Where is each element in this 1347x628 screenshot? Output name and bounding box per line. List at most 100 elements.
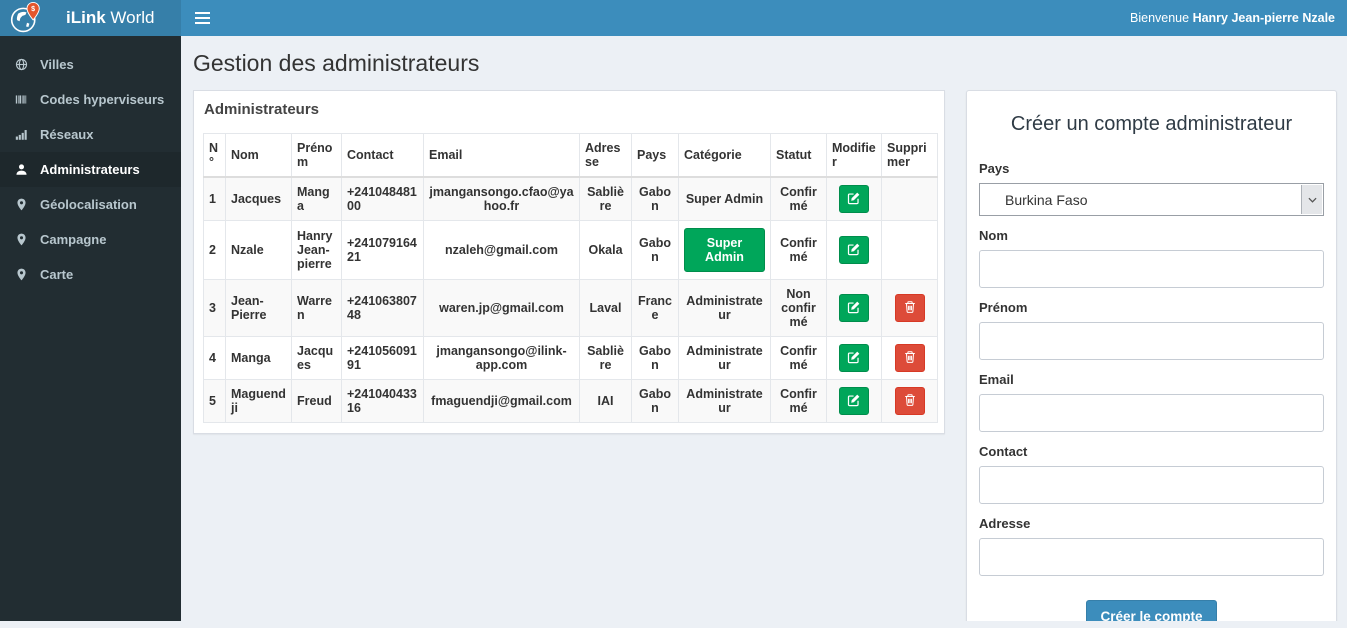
pays-label: Pays xyxy=(979,161,1010,176)
edit-button[interactable] xyxy=(839,294,869,322)
table-row: 2 Nzale Hanry Jean-pierre +24107916421 nzale… xyxy=(203,220,938,280)
create-account-button[interactable]: Créer le compte xyxy=(1086,600,1217,621)
cell-prenom: Hanry Jean-pierre xyxy=(291,220,342,280)
svg-text:$: $ xyxy=(31,5,35,13)
cell-nom: Jacques xyxy=(225,176,292,221)
delete-button[interactable] xyxy=(894,294,925,322)
form-group-nom: Nom xyxy=(979,228,1324,288)
cell-contact: +24104043316 xyxy=(341,379,424,423)
administrators-panel: Administrateurs N° Nom Prénom Contact Email A… xyxy=(193,90,945,434)
adresse-field[interactable] xyxy=(979,538,1324,576)
edit-icon xyxy=(847,350,861,367)
welcome-message: Bienvenue Hanry Jean-pierre Nzale xyxy=(1130,0,1335,36)
cell-numero: 4 xyxy=(203,336,226,380)
sidebar-item-codes-hyperviseurs[interactable]: Codes hyperviseurs xyxy=(0,82,181,117)
welcome-prefix: Bienvenue xyxy=(1130,11,1193,25)
table-row: 1 Jacques Manga +24104848100 jmangansongo.cf… xyxy=(203,176,938,221)
pays-select[interactable]: Burkina Faso xyxy=(979,183,1324,216)
signal-icon xyxy=(15,128,31,142)
column-header-sup: Supprimer xyxy=(881,133,938,178)
create-admin-title: Créer un compte administrateur xyxy=(1010,113,1293,135)
cell-numero: 2 xyxy=(203,220,226,280)
cell-nom: Maguendji xyxy=(225,379,292,423)
cell-adresse: Okala xyxy=(579,220,632,280)
category-badge-button[interactable]: Super Admin xyxy=(684,228,765,272)
cell-statut: Confirmé xyxy=(770,336,827,380)
email-label: Email xyxy=(979,372,1014,387)
table-header: N° Nom Prénom Contact Email Adresse Pays Catégo… xyxy=(203,133,938,178)
globe-pin-logo-icon: $ xyxy=(10,1,44,35)
cell-categorie: Administrateur xyxy=(678,279,771,337)
edit-button[interactable] xyxy=(839,236,869,264)
cell-modifier xyxy=(826,336,882,380)
cell-numero: 5 xyxy=(203,379,226,423)
contact-field[interactable] xyxy=(979,466,1324,504)
column-header-statut: Statut xyxy=(770,133,827,178)
edit-icon xyxy=(847,191,861,208)
cell-supprimer xyxy=(881,176,938,221)
cell-supprimer xyxy=(881,379,938,423)
edit-button[interactable] xyxy=(839,387,869,415)
create-admin-card: Créer un compte administrateur Pays Burki… xyxy=(966,90,1337,621)
cell-adresse: Sablière xyxy=(579,176,632,221)
cell-adresse: IAI xyxy=(579,379,632,423)
trash-icon xyxy=(903,350,917,367)
hamburger-icon[interactable] xyxy=(181,0,223,36)
sidebar-item-label: Codes hyperviseurs xyxy=(40,92,165,107)
adresse-label: Adresse xyxy=(979,516,1031,531)
cell-nom: Jean-Pierre xyxy=(225,279,292,337)
column-header-cat: Catégorie xyxy=(678,133,771,178)
cell-prenom: Freud xyxy=(291,379,342,423)
form-group-pays: Pays Burkina Faso xyxy=(979,161,1324,216)
cell-email: fmaguendji@gmail.com xyxy=(423,379,580,423)
table-row: 5 Maguendji Freud +24104043316 fmaguendji@gm… xyxy=(203,379,938,423)
cell-pays: Gabon xyxy=(631,336,679,380)
nom-label: Nom xyxy=(979,228,1008,243)
sidebar-item-campagne[interactable]: Campagne xyxy=(0,222,181,257)
cell-numero: 3 xyxy=(203,279,226,337)
email-field[interactable] xyxy=(979,394,1324,432)
page-title: Gestion des administrateurs xyxy=(193,50,480,76)
cell-pays: Gabon xyxy=(631,220,679,280)
brand-title-bold: iLink xyxy=(66,8,106,27)
cell-numero: 1 xyxy=(203,176,226,221)
sidebar-item-villes[interactable]: Villes xyxy=(0,47,181,82)
delete-button[interactable] xyxy=(894,344,925,372)
delete-button[interactable] xyxy=(894,387,925,415)
map-marker-icon xyxy=(15,268,31,282)
edit-button[interactable] xyxy=(839,185,869,213)
cell-contact: +24105609191 xyxy=(341,336,424,380)
cell-pays: Gabon xyxy=(631,176,679,221)
edit-button[interactable] xyxy=(839,344,869,372)
cell-modifier xyxy=(826,279,882,337)
cell-categorie: Administrateur xyxy=(678,379,771,423)
sidebar-item-label: Réseaux xyxy=(40,127,94,142)
cell-email: nzaleh@gmail.com xyxy=(423,220,580,280)
column-header-email: Email xyxy=(423,133,580,178)
cell-nom: Manga xyxy=(225,336,292,380)
chevron-down-icon xyxy=(1301,185,1322,214)
barcode-icon xyxy=(15,93,31,107)
cell-categorie: Super Admin xyxy=(678,220,771,280)
column-header-mod: Modifier xyxy=(826,133,882,178)
edit-icon xyxy=(847,300,861,317)
column-header-n: N° xyxy=(203,133,226,178)
form-group-email: Email xyxy=(979,372,1324,432)
cell-prenom: Manga xyxy=(291,176,342,221)
cell-nom: Nzale xyxy=(225,220,292,280)
cell-email: waren.jp@gmail.com xyxy=(423,279,580,337)
column-header-contact: Contact xyxy=(341,133,424,178)
cell-statut: Confirmé xyxy=(770,176,827,221)
cell-statut: Non confirmé xyxy=(770,279,827,337)
sidebar-item-carte[interactable]: Carte xyxy=(0,257,181,292)
create-admin-form: Pays Burkina Faso Nom Prénom Email Contact Adr… xyxy=(979,161,1324,576)
sidebar-item-label: Géolocalisation xyxy=(40,197,137,212)
prenom-field[interactable] xyxy=(979,322,1324,360)
sidebar-item-geolocalisation[interactable]: Géolocalisation xyxy=(0,187,181,222)
sidebar-item-administrateurs[interactable]: Administrateurs xyxy=(0,152,181,187)
sidebar-item-reseaux[interactable]: Réseaux xyxy=(0,117,181,152)
cell-contact: +24104848100 xyxy=(341,176,424,221)
cell-modifier xyxy=(826,379,882,423)
column-header-pays: Pays xyxy=(631,133,679,178)
nom-field[interactable] xyxy=(979,250,1324,288)
